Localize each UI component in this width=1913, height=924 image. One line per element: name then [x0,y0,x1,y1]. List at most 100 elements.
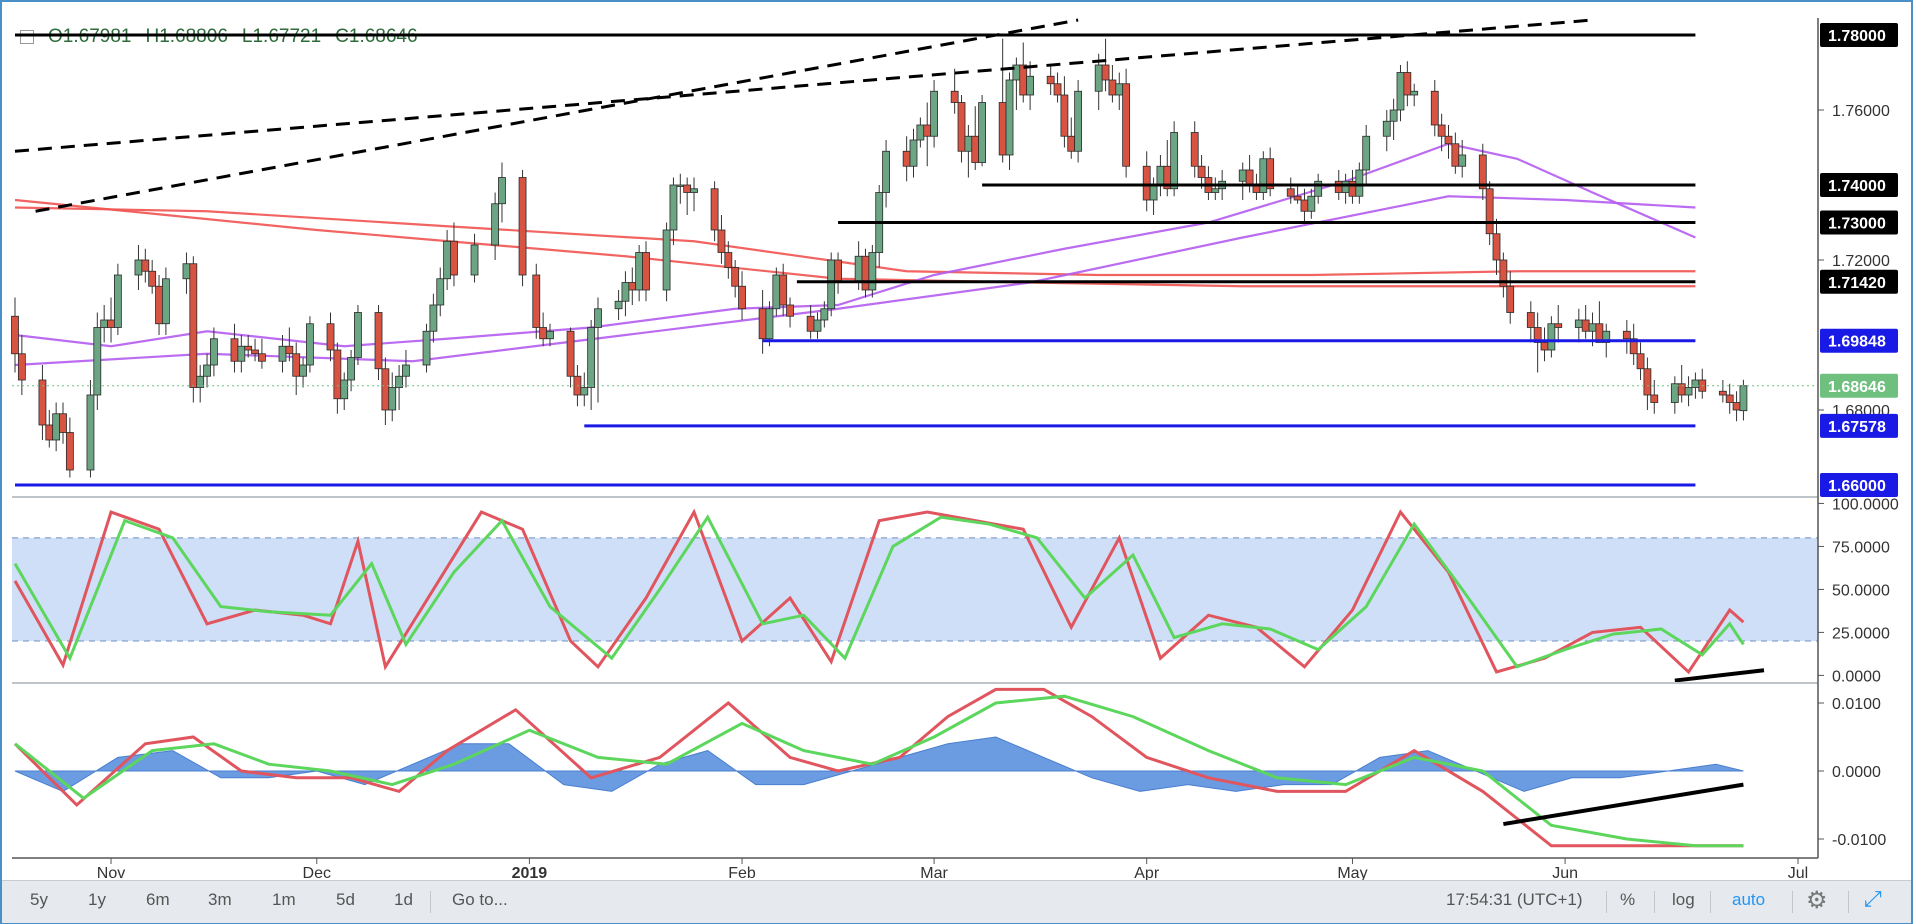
candle-down [683,184,692,193]
candle-up [546,330,554,340]
candle-down [1101,64,1110,81]
candle-down [1650,394,1659,403]
goto-button[interactable]: Go to... [452,890,508,910]
clock-label: 17:54:31 (UTC+1) [1446,890,1583,909]
candle-down [758,308,767,340]
candle-down [998,102,1007,156]
candle-down [381,368,390,411]
candle-down [786,304,794,317]
fullscreen-icon[interactable]: ⤢ [1864,886,1882,912]
candle-down [148,270,157,287]
range-1d-button[interactable]: 1d [394,890,413,910]
level-label-text: 1.78000 [1828,28,1886,45]
candle-up [340,379,349,400]
candle-down [326,323,335,351]
candle-down [450,240,458,276]
gear-icon[interactable]: ⚙ [1806,886,1828,915]
range-5y-button[interactable]: 5y [30,890,48,910]
macd-trendline [1503,782,1744,827]
toolbar-divider [1654,891,1655,913]
candle-down [1108,79,1117,96]
candle-up [237,345,246,362]
candle-down [1506,285,1515,313]
range-5d-button[interactable]: 5d [336,890,355,910]
candle-down [1430,90,1439,126]
candle-up [470,244,479,276]
candle-down [566,330,575,377]
candle-down [1197,165,1206,178]
candle-down [532,274,541,328]
price-pane [11,18,1818,487]
percent-toggle[interactable]: % [1620,890,1635,910]
candle-up [1547,323,1556,351]
candle-up [1149,184,1158,201]
range-6m-button[interactable]: 6m [146,890,170,910]
candle-down [710,188,719,231]
candle-up [1588,323,1597,332]
candle-down [1245,169,1254,186]
level-label-text: 1.73000 [1828,216,1886,233]
level-label-text: 1.74000 [1828,178,1886,195]
candle-down [779,274,788,306]
toolbar-divider [430,891,431,913]
candle-up [498,177,506,205]
candle-up [1115,83,1124,96]
candle-up [1094,64,1103,92]
candle-down [957,102,966,152]
candle-up [1389,109,1398,122]
candle-up [587,327,596,388]
candle-up [278,345,287,362]
macd-tick-label: 0.0000 [1832,764,1881,781]
candle-up [491,203,500,246]
candle-up [347,357,355,381]
stoch-tick-label: 50.0000 [1832,582,1890,599]
candle-down [1451,143,1460,167]
auto-toggle[interactable]: auto [1732,890,1765,910]
candle-up [765,308,774,340]
chart-canvas[interactable]: 1.760001.720001.68000100.000075.000050.0… [0,0,1913,924]
candle-up [1026,75,1035,96]
candle-down [1437,124,1446,137]
range-3m-button[interactable]: 3m [208,890,232,910]
stoch-tick-label: 0.0000 [1832,668,1881,685]
candle-down [1067,135,1076,152]
candle-down [1485,188,1494,235]
candle-down [1060,94,1069,137]
trendline-dashed [35,18,1079,213]
candle-up [882,150,890,193]
candle-up [916,124,925,141]
candle-up [690,188,698,193]
candle-down [1677,383,1686,396]
candle-down [258,353,266,362]
candle-up [820,308,829,321]
toolbar-divider [1848,891,1849,913]
candle-down [292,353,301,377]
stoch-tick-label: 25.0000 [1832,625,1890,642]
range-1y-button[interactable]: 1y [88,890,106,910]
candle-up [52,413,61,441]
toolbar-divider [1710,891,1711,913]
candle-up [1670,383,1679,403]
candle-up [621,282,630,302]
range-1m-button[interactable]: 1m [272,890,296,910]
candle-down [1286,188,1295,197]
candle-down [1540,342,1549,351]
candle-up [299,364,307,377]
candle-down [923,124,932,137]
candle-up [113,274,122,328]
candle-up [1259,158,1268,193]
candle-up [827,259,836,310]
candle-down [1581,319,1590,332]
candle-up [182,263,191,280]
stoch-band [12,537,1818,642]
candle-up [388,387,397,411]
log-toggle[interactable]: log [1672,890,1695,910]
macd-tick-label: 0.0100 [1832,696,1881,713]
candle-down [806,315,815,332]
candle-down [1554,323,1563,328]
candle-down [244,345,253,351]
candle-up [1238,169,1247,182]
candle-up [669,184,678,231]
candle-down [1492,233,1501,261]
candle-down [971,135,980,163]
